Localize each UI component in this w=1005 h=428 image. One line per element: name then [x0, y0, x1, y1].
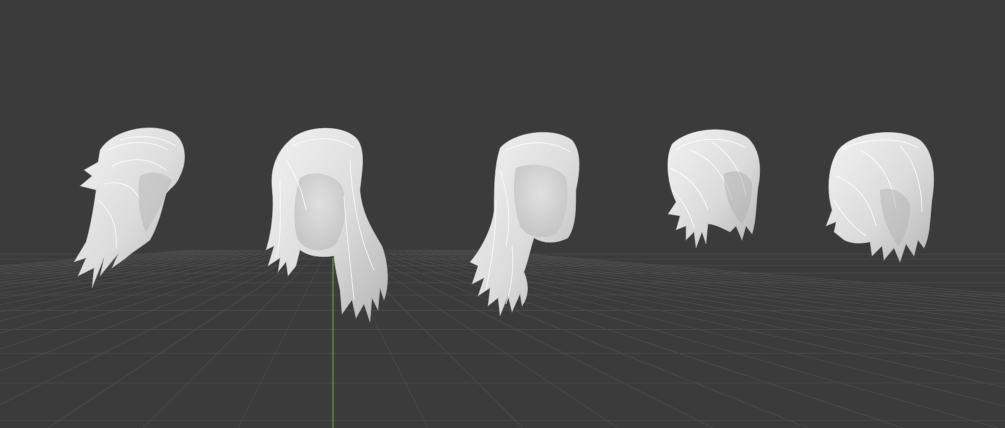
hair-model-4[interactable] — [667, 129, 761, 249]
grid-line — [0, 249, 310, 405]
hair-model-1[interactable] — [73, 127, 185, 289]
hair-model-3[interactable] — [469, 131, 580, 317]
grid-line — [0, 249, 220, 274]
grid-line — [237, 249, 328, 428]
hair-model-2[interactable] — [265, 127, 388, 323]
grid-line — [458, 249, 1005, 303]
grid-line — [374, 249, 999, 428]
grid-line — [0, 249, 250, 286]
hair-face-cavity — [294, 173, 346, 251]
hair-mesh-icon — [73, 127, 185, 289]
viewport-scene[interactable] — [0, 0, 1005, 428]
3d-viewport[interactable] — [0, 0, 1005, 428]
grid-line — [47, 249, 316, 428]
hair-model-5[interactable] — [825, 131, 935, 263]
hair-face-cavity — [513, 164, 568, 238]
hair-mesh-icon — [825, 131, 935, 263]
grid-line — [142, 249, 322, 428]
grid-line — [0, 249, 226, 276]
grid-line — [446, 249, 1005, 310]
grid-line — [368, 249, 904, 428]
